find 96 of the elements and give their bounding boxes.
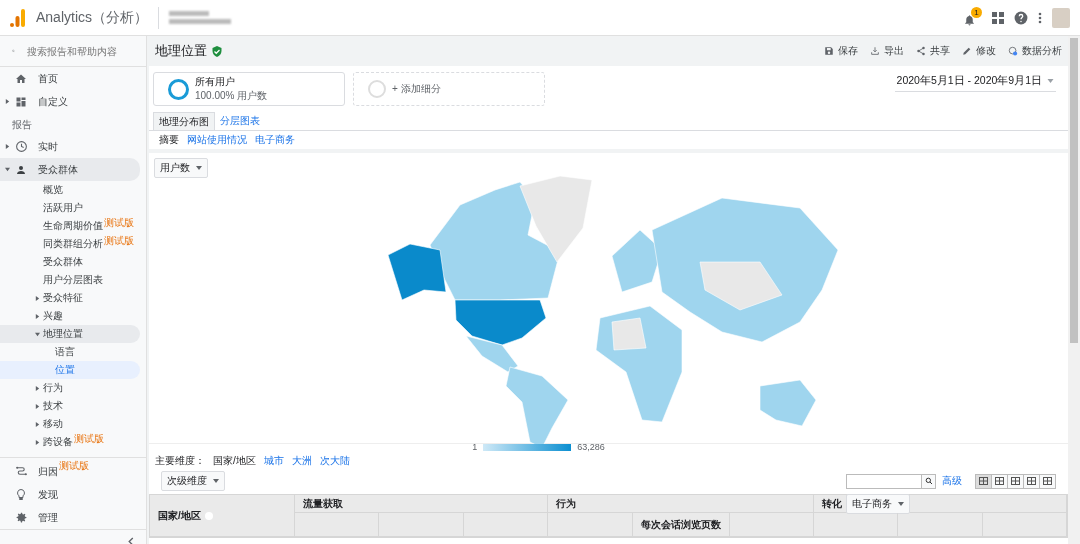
bell-icon xyxy=(963,12,976,27)
collapse-chevron-icon[interactable] xyxy=(128,536,134,544)
caret-down-icon xyxy=(196,166,202,170)
nav-item[interactable]: 移动 xyxy=(0,415,140,433)
toolbar-button[interactable]: 修改 xyxy=(962,44,996,58)
share-icon xyxy=(916,46,926,56)
search-button[interactable] xyxy=(922,473,936,489)
scrollbar[interactable] xyxy=(1070,38,1078,343)
segment-detail: 100.00% 用户数 xyxy=(195,89,268,103)
pencil-icon xyxy=(962,46,972,56)
route-icon xyxy=(14,465,28,478)
legend-max: 63,286 xyxy=(577,442,605,452)
column-group-header: 行为 xyxy=(548,495,814,513)
nav-item[interactable]: 技术 xyxy=(0,397,140,415)
notification-count: 1 xyxy=(971,6,982,18)
tab[interactable]: 地理分布图 xyxy=(153,112,215,130)
ring-icon xyxy=(168,78,189,100)
caret-right-icon xyxy=(35,403,40,409)
caret-right-icon xyxy=(35,439,40,445)
dimension-label: 主要维度： xyxy=(155,454,205,468)
column-header: 国家/地区 xyxy=(150,495,295,537)
column-header: 每次会话浏览页数 xyxy=(632,513,730,537)
redacted-account-name xyxy=(169,11,232,24)
nav-item[interactable]: 首页 xyxy=(0,67,140,90)
clock-icon xyxy=(14,140,28,153)
caret-down-icon xyxy=(5,167,10,172)
subtab-link[interactable]: 摘要 xyxy=(159,131,179,149)
apps-icon[interactable] xyxy=(992,11,1004,24)
caret-right-icon xyxy=(35,421,40,427)
nav-item[interactable]: 实时 xyxy=(0,135,140,158)
nav-item[interactable]: 概览 xyxy=(0,181,140,199)
product-name: Analytics（分析） xyxy=(36,8,149,27)
nav-item[interactable]: 位置 xyxy=(0,361,140,379)
caret-down-icon xyxy=(213,479,219,483)
caret-down-icon xyxy=(897,501,904,506)
nav-item[interactable]: 发现 xyxy=(0,483,140,506)
section-label: 报告 xyxy=(11,118,33,132)
caret-down-icon xyxy=(1047,79,1054,83)
toolbar-button[interactable]: 共享 xyxy=(916,44,950,58)
nav-item[interactable]: 兴趣 xyxy=(0,307,140,325)
dimension-link[interactable]: 次大陆 xyxy=(319,454,350,468)
column-group-header: 转化 xyxy=(821,496,842,511)
caret-right-icon xyxy=(5,144,10,149)
subtab-link[interactable]: 电子商务 xyxy=(255,131,295,149)
subtab-link[interactable]: 网站使用情况 xyxy=(187,131,247,149)
grid-view-icon xyxy=(979,477,988,485)
dimension-link[interactable]: 城市 xyxy=(263,454,284,468)
date-range-picker[interactable]: 2020年5月1日 - 2020年9月1日 xyxy=(894,71,1056,92)
page-title: 地理位置 xyxy=(155,42,207,60)
legend-min: 1 xyxy=(472,442,478,452)
tab[interactable]: 分层图表 xyxy=(215,112,265,130)
more-icon[interactable] xyxy=(1038,11,1042,24)
segment-name: 所有用户 xyxy=(195,75,236,89)
caret-right-icon xyxy=(35,385,40,391)
help-icon[interactable] xyxy=(1014,10,1028,25)
nav-item[interactable]: 活跃用户 xyxy=(0,199,140,217)
dimension-link[interactable]: 大洲 xyxy=(291,454,312,468)
caret-right-icon xyxy=(5,99,10,104)
toolbar-button[interactable]: 保存 xyxy=(824,44,858,58)
download-icon xyxy=(870,46,880,56)
insights-icon xyxy=(1008,46,1018,56)
nav-item[interactable]: 用户分层图表 xyxy=(0,271,140,289)
add-segment-button[interactable]: + 添加细分 xyxy=(353,72,545,106)
toolbar-button[interactable]: 导出 xyxy=(870,44,904,58)
save-icon xyxy=(824,46,834,56)
dropdown[interactable]: 用户数 xyxy=(154,158,208,178)
notifications-button[interactable]: 1 xyxy=(961,6,982,29)
table-search-field[interactable] xyxy=(846,473,922,489)
verified-shield-icon xyxy=(212,45,222,57)
settings-icon xyxy=(14,511,28,524)
nav-item[interactable]: 自定义 xyxy=(0,90,140,113)
dashboard-icon xyxy=(15,95,27,108)
caret-right-icon xyxy=(35,295,40,301)
caret-right-icon xyxy=(35,313,40,319)
bar-chart-logo-icon xyxy=(10,8,26,27)
lightbulb-icon xyxy=(15,488,27,501)
view-toggle[interactable] xyxy=(1039,473,1056,489)
nav-item[interactable]: 地理位置 xyxy=(0,325,140,343)
dropdown[interactable]: 次级维度 xyxy=(161,471,225,491)
nav-item[interactable]: 受众群体 xyxy=(0,158,140,181)
advanced-link[interactable]: 高级 xyxy=(942,474,962,488)
toolbar-button[interactable]: 数据分析 xyxy=(1008,44,1062,58)
ring-icon xyxy=(368,80,386,98)
person-icon xyxy=(15,163,27,176)
column-group-header: 流量获取 xyxy=(295,495,549,513)
dimension-link[interactable]: 国家/地区 xyxy=(213,454,256,468)
dropdown[interactable]: 电子商务 xyxy=(845,493,910,514)
home-icon xyxy=(15,72,27,85)
caret-down-icon xyxy=(35,331,40,337)
nav-item[interactable]: 管理 xyxy=(0,506,140,529)
nav-item[interactable]: 行为 xyxy=(0,379,140,397)
nav-item[interactable]: 受众特征 xyxy=(0,289,140,307)
search-field[interactable]: 搜索报告和帮助内容 xyxy=(25,44,134,58)
segment-card[interactable]: 所有用户 100.00% 用户数 xyxy=(153,72,345,106)
nav-item[interactable]: 语言 xyxy=(0,343,140,361)
nav-item[interactable]: 受众群体 xyxy=(0,253,140,271)
